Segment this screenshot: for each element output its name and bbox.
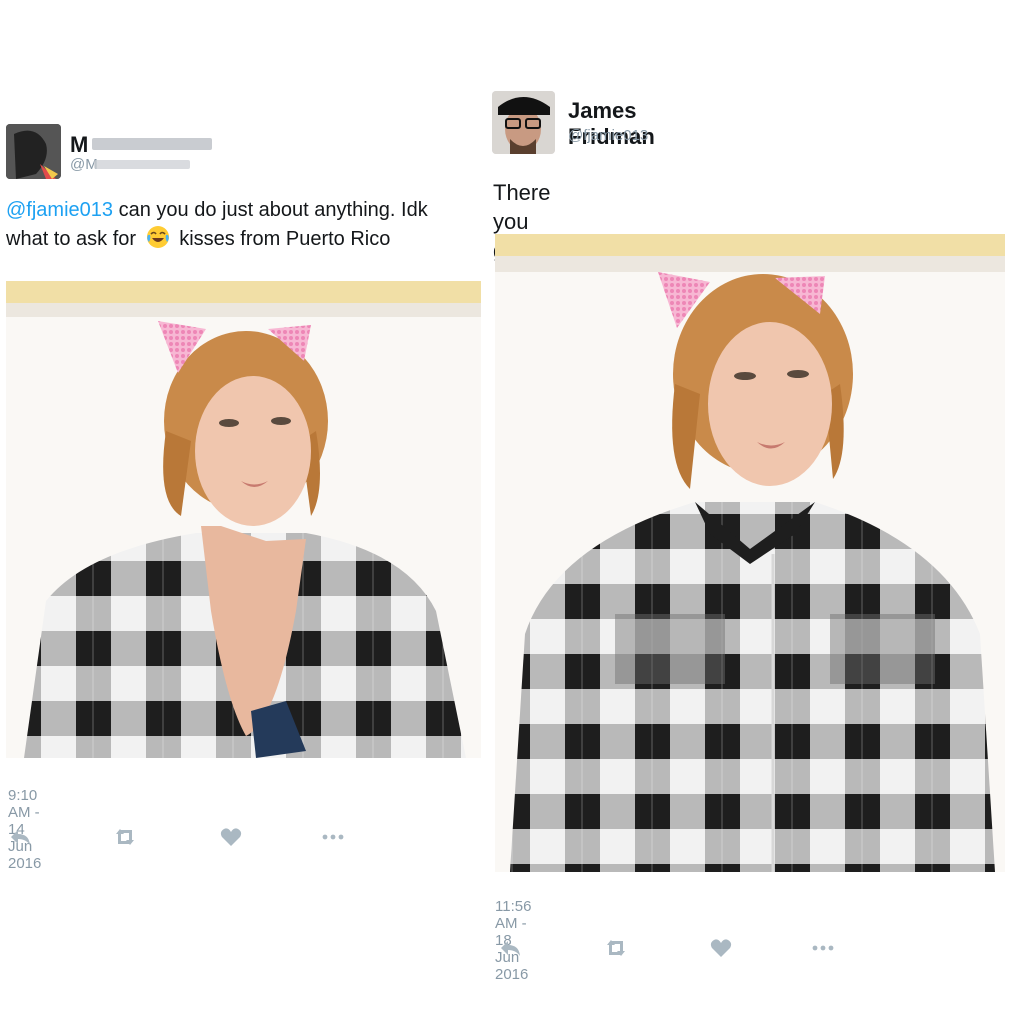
right-handle[interactable]: @fjamie013 — [568, 127, 648, 144]
more-icon[interactable] — [320, 826, 346, 848]
laughing-emoji-icon — [146, 226, 169, 248]
reply-icon[interactable] — [498, 937, 524, 959]
tweet-text-part2: what to ask for — [6, 228, 137, 250]
right-action-bar — [496, 937, 841, 961]
avatar-image — [492, 91, 555, 154]
left-tweet-text: @fjamie013 can you do just about anythin… — [6, 196, 476, 254]
reply-icon[interactable] — [8, 826, 34, 848]
tweet-text-part1: can you do just about anything. Idk — [113, 199, 428, 221]
photo-original — [6, 281, 481, 758]
right-tweet-photo[interactable] — [495, 234, 1005, 872]
redacted-handle — [94, 160, 190, 169]
right-avatar[interactable] — [492, 91, 555, 154]
mention-link[interactable]: @fjamie013 — [6, 199, 113, 221]
left-avatar[interactable] — [6, 124, 61, 179]
more-icon[interactable] — [810, 937, 836, 959]
photo-edited — [495, 234, 1005, 872]
retweet-icon[interactable] — [112, 826, 138, 848]
left-display-name[interactable]: M — [70, 132, 88, 158]
redacted-name — [92, 138, 212, 150]
like-icon[interactable] — [708, 937, 734, 959]
tweet-text-part3: kisses from Puerto Rico — [179, 228, 391, 250]
left-action-bar — [6, 826, 346, 850]
left-tweet-photo[interactable] — [6, 281, 481, 758]
avatar-image — [6, 124, 61, 179]
retweet-icon[interactable] — [603, 937, 629, 959]
like-icon[interactable] — [218, 826, 244, 848]
